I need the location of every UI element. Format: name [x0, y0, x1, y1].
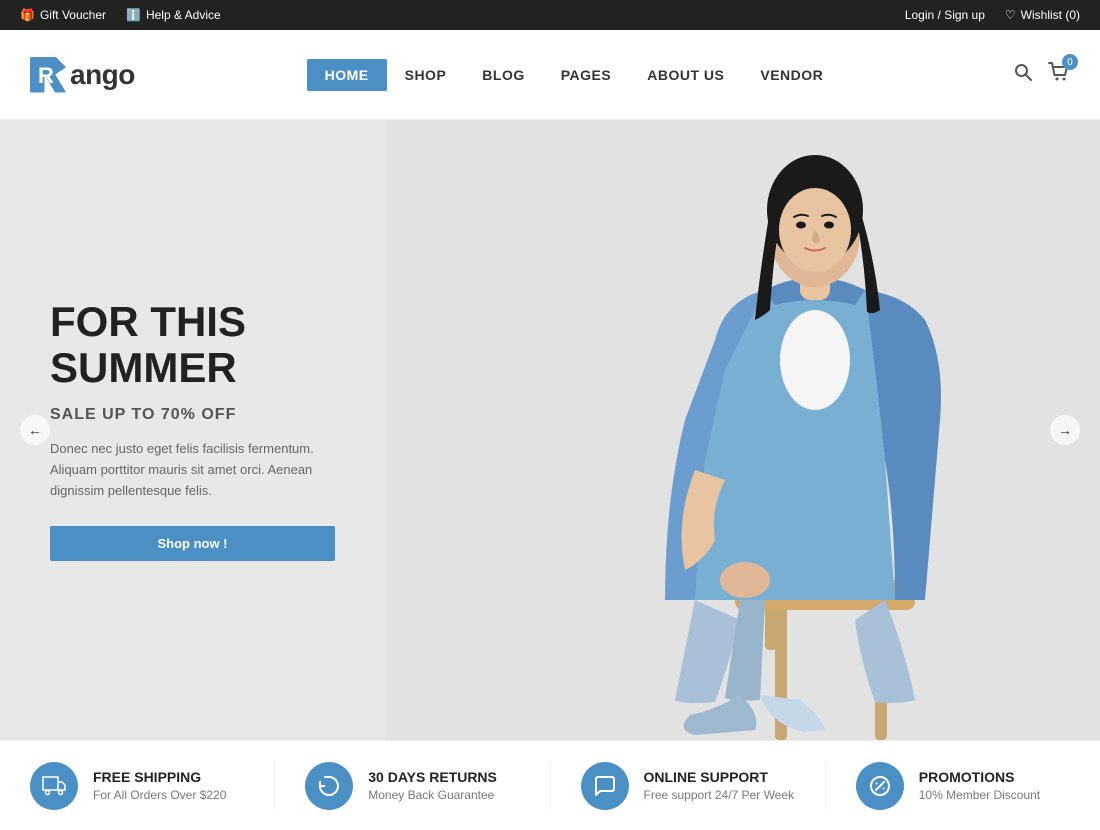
header-icons: 0 — [1013, 62, 1070, 87]
nav-about-us[interactable]: ABOUT US — [629, 59, 742, 91]
feature-promotions-text: PROMOTIONS 10% Member Discount — [919, 769, 1040, 802]
svg-text:R: R — [38, 63, 54, 88]
gift-voucher-label: Gift Voucher — [40, 8, 106, 22]
cart-count: 0 — [1062, 54, 1078, 70]
login-label: Login / Sign up — [905, 8, 985, 22]
nav-home[interactable]: HOME — [307, 59, 387, 91]
nav-pages[interactable]: PAGES — [543, 59, 629, 91]
feature-30-days-returns: 30 DAYS RETURNS Money Back Guarantee — [275, 762, 550, 810]
help-icon: ℹ️ — [126, 8, 141, 22]
feature-free-shipping-title: FREE SHIPPING — [93, 769, 226, 785]
cart-button[interactable]: 0 — [1048, 62, 1070, 87]
hero-prev-arrow[interactable]: ← — [20, 415, 50, 445]
hero-section: FOR THIS SUMMER SALE UP TO 70% OFF Donec… — [0, 120, 1100, 740]
nav-blog[interactable]: BLOG — [464, 59, 542, 91]
help-advice-link[interactable]: ℹ️ Help & Advice — [126, 8, 221, 22]
feature-free-shipping-text: FREE SHIPPING For All Orders Over $220 — [93, 769, 226, 802]
logo-icon: R — [30, 57, 66, 93]
wishlist-link[interactable]: ♡ Wishlist (0) — [1005, 8, 1080, 22]
returns-icon — [305, 762, 353, 810]
gift-icon: 🎁 — [20, 8, 35, 22]
heart-icon: ♡ — [1005, 8, 1016, 22]
main-nav: HOME SHOP BLOG PAGES ABOUT US VENDOR — [307, 59, 842, 91]
top-bar-left: 🎁 Gift Voucher ℹ️ Help & Advice — [20, 8, 221, 22]
feature-support-text: ONLINE SUPPORT Free support 24/7 Per Wee… — [644, 769, 795, 802]
shipping-icon — [30, 762, 78, 810]
hero-next-arrow[interactable]: → — [1050, 415, 1080, 445]
feature-support-title: ONLINE SUPPORT — [644, 769, 795, 785]
logo[interactable]: R ango — [30, 57, 135, 93]
top-bar-right: Login / Sign up ♡ Wishlist (0) — [905, 8, 1080, 22]
search-button[interactable] — [1013, 62, 1033, 87]
top-bar: 🎁 Gift Voucher ℹ️ Help & Advice Login / … — [0, 0, 1100, 30]
promotions-icon — [856, 762, 904, 810]
hero-description: Donec nec justo eget felis facilisis fer… — [50, 439, 335, 501]
hero-arrows: ← → — [0, 415, 1100, 445]
feature-returns-text: 30 DAYS RETURNS Money Back Guarantee — [368, 769, 497, 802]
support-icon — [581, 762, 629, 810]
login-link[interactable]: Login / Sign up — [905, 8, 985, 22]
gift-voucher-link[interactable]: 🎁 Gift Voucher — [20, 8, 106, 22]
wishlist-label: Wishlist (0) — [1021, 8, 1080, 22]
feature-promotions-title: PROMOTIONS — [919, 769, 1040, 785]
header: R ango HOME SHOP BLOG PAGES ABOUT US VEN… — [0, 30, 1100, 120]
logo-name: ango — [70, 59, 135, 91]
feature-online-support: ONLINE SUPPORT Free support 24/7 Per Wee… — [551, 762, 826, 810]
nav-vendor[interactable]: VENDOR — [742, 59, 841, 91]
nav-shop[interactable]: SHOP — [387, 59, 465, 91]
feature-promotions: PROMOTIONS 10% Member Discount — [826, 762, 1100, 810]
feature-bar: FREE SHIPPING For All Orders Over $220 3… — [0, 740, 1100, 830]
hero-title: FOR THIS SUMMER — [50, 299, 335, 391]
feature-free-shipping: FREE SHIPPING For All Orders Over $220 — [0, 762, 275, 810]
shop-now-button[interactable]: Shop now ! — [50, 526, 335, 561]
help-advice-label: Help & Advice — [146, 8, 221, 22]
feature-returns-title: 30 DAYS RETURNS — [368, 769, 497, 785]
